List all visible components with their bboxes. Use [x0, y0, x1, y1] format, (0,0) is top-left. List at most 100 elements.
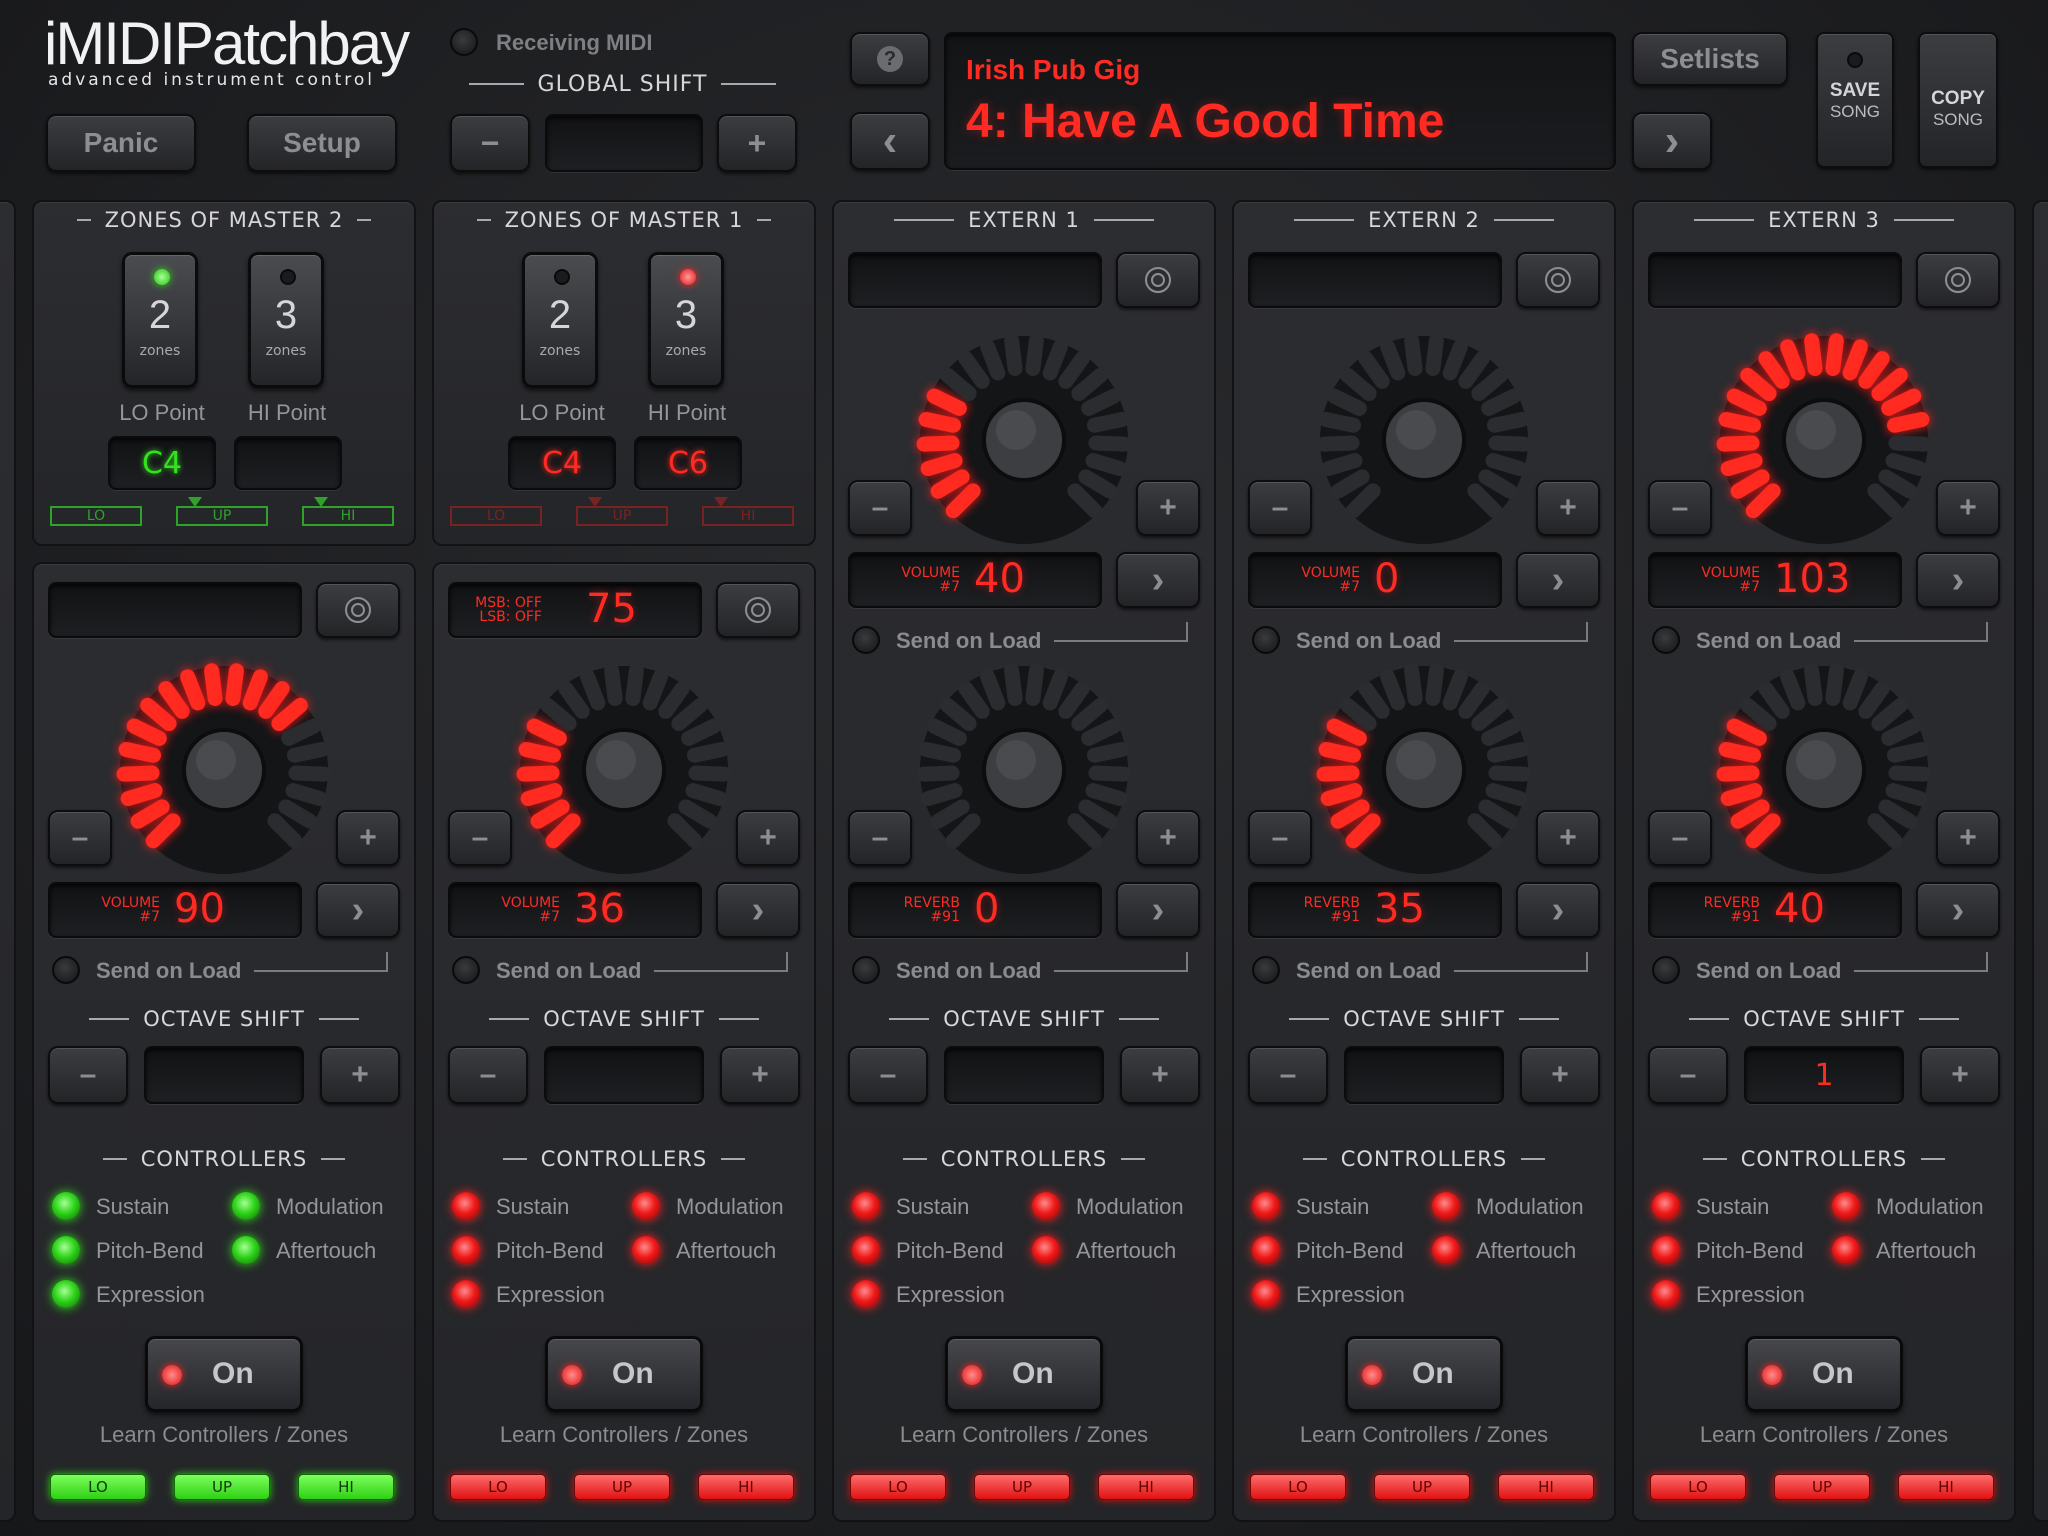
extern-1-volume-minus-button[interactable]: –	[848, 480, 912, 536]
extern-3-name-field[interactable]	[1648, 252, 1902, 308]
col-2-range-hi-strip[interactable]: HI	[698, 1474, 794, 1500]
col-5-cc-minus-button[interactable]: –	[1648, 810, 1712, 866]
col-3-cc-knob[interactable]	[909, 655, 1139, 885]
col-3-learn-on-button[interactable]: On	[945, 1336, 1103, 1412]
col-1-cc-knob[interactable]	[109, 655, 339, 885]
col-1-learn-on-button[interactable]: On	[145, 1336, 303, 1412]
col-5-cc-plus-button[interactable]: +	[1936, 810, 2000, 866]
extern-1-name-field[interactable]	[848, 252, 1102, 308]
col-4-expression-toggle[interactable]	[1252, 1280, 1280, 1308]
col-5-octave-plus-button[interactable]: +	[1920, 1046, 2000, 1104]
hi-point-value[interactable]	[234, 436, 342, 490]
extern-2-volume-next-button[interactable]: ›	[1516, 552, 1600, 608]
col-3-aftertouch-toggle[interactable]	[1032, 1236, 1060, 1264]
extern-3-volume-knob[interactable]	[1709, 325, 1939, 555]
col-4-cc-send-on-load-toggle[interactable]	[1252, 956, 1280, 984]
previous-song-button[interactable]: ‹	[850, 112, 930, 170]
help-button[interactable]: ?	[850, 32, 930, 86]
col-2-name-field[interactable]: MSB: OFF LSB: OFF 75	[448, 582, 702, 638]
col-1-cc-plus-button[interactable]: +	[336, 810, 400, 866]
col-2-expression-toggle[interactable]	[452, 1280, 480, 1308]
col-1-modulation-toggle[interactable]	[232, 1192, 260, 1220]
col-5-expression-toggle[interactable]	[1652, 1280, 1680, 1308]
col-3-cc-plus-button[interactable]: +	[1136, 810, 1200, 866]
extern-3-volume-minus-button[interactable]: –	[1648, 480, 1712, 536]
extern-1-volume-knob[interactable]	[909, 325, 1139, 555]
col-3-octave-minus-button[interactable]: –	[848, 1046, 928, 1104]
col-5-range-up-strip[interactable]: UP	[1774, 1474, 1870, 1500]
next-song-button[interactable]: ›	[1632, 112, 1712, 170]
col-2-octave-plus-button[interactable]: +	[720, 1046, 800, 1104]
lo-point-value[interactable]: C4	[108, 436, 216, 490]
col-2-range-up-strip[interactable]: UP	[574, 1474, 670, 1500]
col-5-modulation-toggle[interactable]	[1832, 1192, 1860, 1220]
zone-button-right-2[interactable]: 3 zones	[648, 252, 724, 388]
col-1-aftertouch-toggle[interactable]	[232, 1236, 260, 1264]
col-4-range-hi-strip[interactable]: HI	[1498, 1474, 1594, 1500]
col-1-cc-minus-button[interactable]: –	[48, 810, 112, 866]
col-2-range-lo-strip[interactable]: LO	[450, 1474, 546, 1500]
col-1-cc-send-on-load-toggle[interactable]	[52, 956, 80, 984]
extern-3-volume-plus-button[interactable]: +	[1936, 480, 2000, 536]
col-4-cc-plus-button[interactable]: +	[1536, 810, 1600, 866]
col-3-cc-minus-button[interactable]: –	[848, 810, 912, 866]
col-1-cc-next-button[interactable]: ›	[316, 882, 400, 938]
col-2-midi-port-button[interactable]	[716, 582, 800, 638]
col-3-expression-toggle[interactable]	[852, 1280, 880, 1308]
col-2-learn-on-button[interactable]: On	[545, 1336, 703, 1412]
col-1-expression-toggle[interactable]	[52, 1280, 80, 1308]
zone-button-right-1[interactable]: 3 zones	[248, 252, 324, 388]
global-shift-plus-button[interactable]: +	[717, 114, 797, 172]
col-5-learn-on-button[interactable]: On	[1745, 1336, 1903, 1412]
col-2-pitch-bend-toggle[interactable]	[452, 1236, 480, 1264]
setlists-button[interactable]: Setlists	[1632, 32, 1788, 86]
extern-1-volume-plus-button[interactable]: +	[1136, 480, 1200, 536]
col-1-octave-plus-button[interactable]: +	[320, 1046, 400, 1104]
col-5-range-lo-strip[interactable]: LO	[1650, 1474, 1746, 1500]
extern-2-volume-knob[interactable]	[1309, 325, 1539, 555]
extern-1-volume-next-button[interactable]: ›	[1116, 552, 1200, 608]
extern-2-midi-port-button[interactable]	[1516, 252, 1600, 308]
col-4-aftertouch-toggle[interactable]	[1432, 1236, 1460, 1264]
col-2-cc-send-on-load-toggle[interactable]	[452, 956, 480, 984]
col-2-octave-minus-button[interactable]: –	[448, 1046, 528, 1104]
col-3-sustain-toggle[interactable]	[852, 1192, 880, 1220]
col-4-sustain-toggle[interactable]	[1252, 1192, 1280, 1220]
setup-button[interactable]: Setup	[247, 114, 397, 172]
extern-3-midi-port-button[interactable]	[1916, 252, 2000, 308]
col-2-cc-minus-button[interactable]: –	[448, 810, 512, 866]
col-2-cc-knob[interactable]	[509, 655, 739, 885]
extern-2-volume-send-on-load-toggle[interactable]	[1252, 626, 1280, 654]
panic-button[interactable]: Panic	[46, 114, 196, 172]
col-5-range-hi-strip[interactable]: HI	[1898, 1474, 1994, 1500]
extern-1-volume-send-on-load-toggle[interactable]	[852, 626, 880, 654]
col-4-octave-plus-button[interactable]: +	[1520, 1046, 1600, 1104]
col-1-pitch-bend-toggle[interactable]	[52, 1236, 80, 1264]
col-3-range-hi-strip[interactable]: HI	[1098, 1474, 1194, 1500]
col-3-octave-plus-button[interactable]: +	[1120, 1046, 1200, 1104]
extern-3-volume-send-on-load-toggle[interactable]	[1652, 626, 1680, 654]
extern-1-midi-port-button[interactable]	[1116, 252, 1200, 308]
extern-2-name-field[interactable]	[1248, 252, 1502, 308]
col-2-modulation-toggle[interactable]	[632, 1192, 660, 1220]
col-4-modulation-toggle[interactable]	[1432, 1192, 1460, 1220]
col-4-cc-minus-button[interactable]: –	[1248, 810, 1312, 866]
col-1-range-up-strip[interactable]: UP	[174, 1474, 270, 1500]
col-3-cc-send-on-load-toggle[interactable]	[852, 956, 880, 984]
col-3-cc-next-button[interactable]: ›	[1116, 882, 1200, 938]
col-5-cc-send-on-load-toggle[interactable]	[1652, 956, 1680, 984]
col-2-cc-plus-button[interactable]: +	[736, 810, 800, 866]
zone-button-left-1[interactable]: 2 zones	[122, 252, 198, 388]
extern-2-volume-minus-button[interactable]: –	[1248, 480, 1312, 536]
lo-point-value[interactable]: C4	[508, 436, 616, 490]
col-5-cc-knob[interactable]	[1709, 655, 1939, 885]
col-4-learn-on-button[interactable]: On	[1345, 1336, 1503, 1412]
save-song-button[interactable]: SAVE SONG	[1816, 32, 1894, 168]
zone-button-left-2[interactable]: 2 zones	[522, 252, 598, 388]
col-3-range-lo-strip[interactable]: LO	[850, 1474, 946, 1500]
col-1-octave-minus-button[interactable]: –	[48, 1046, 128, 1104]
col-1-name-field[interactable]	[48, 582, 302, 638]
col-5-cc-next-button[interactable]: ›	[1916, 882, 2000, 938]
copy-song-button[interactable]: COPY SONG	[1918, 32, 1998, 168]
col-5-pitch-bend-toggle[interactable]	[1652, 1236, 1680, 1264]
